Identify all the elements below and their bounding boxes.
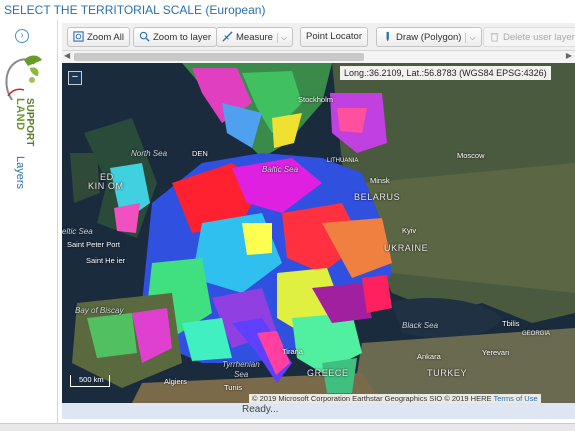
map-toolbar: Zoom All Zoom to layer Measure ⌵ Point Lo… xyxy=(62,23,575,51)
map-label-turkey: TURKEY xyxy=(427,368,468,378)
delete-layer-label: Delete user layer xyxy=(503,32,575,43)
horizontal-scrollbar[interactable]: ◀ ▶ xyxy=(62,51,575,63)
zoom-to-layer-button[interactable]: Zoom to layer xyxy=(133,27,218,47)
map-label-saint-peter-port: Saint Peter Port xyxy=(67,240,120,249)
point-locator-label: Point Locator xyxy=(306,31,362,42)
layers-tab[interactable]: Layers xyxy=(14,156,26,189)
map-label-moscow: Moscow xyxy=(457,151,485,160)
map-label-algiers: Algiers xyxy=(164,377,187,386)
point-locator-button[interactable]: Point Locator xyxy=(300,27,368,47)
map-label-den: DEN xyxy=(192,149,208,158)
scrollbar-thumb[interactable] xyxy=(74,53,364,61)
logo-support-text: SUPPORT xyxy=(24,98,35,147)
map-canvas[interactable]: − Long.:36.2109, Lat.:56.8783 (WGS84 EPS… xyxy=(62,63,575,403)
zoom-all-icon xyxy=(73,31,84,42)
status-bar: Ready... xyxy=(62,403,575,419)
map-label-black-sea: Black Sea xyxy=(402,321,439,330)
ruler-icon xyxy=(222,31,233,42)
map-label-belarus: BELARUS xyxy=(354,192,401,202)
trash-icon xyxy=(490,33,499,42)
map-label-lithuania: LITHUANIA xyxy=(327,158,359,164)
map-label-greece: GREECE xyxy=(307,368,349,378)
map-label-kingdom: KIN OM xyxy=(88,181,124,191)
map-label-north-sea: North Sea xyxy=(131,149,168,158)
map-label-bay-of-biscay: Bay of Biscay xyxy=(75,306,124,315)
zoom-layer-icon xyxy=(139,31,150,42)
measure-label: Measure xyxy=(236,32,273,43)
zoom-to-layer-label: Zoom to layer xyxy=(153,32,212,43)
map-attribution: © 2019 Microsoft Corporation Earthstar G… xyxy=(249,394,541,403)
left-panel: › LAND SUPPORT Layers xyxy=(0,20,58,425)
map-label-yerevan: Yerevan xyxy=(482,348,510,357)
page-title: SELECT THE TERRITORIAL SCALE (European) xyxy=(4,3,266,17)
draw-label: Draw (Polygon) xyxy=(396,32,462,43)
scroll-left-icon[interactable]: ◀ xyxy=(64,51,70,60)
bottom-bar xyxy=(0,423,575,431)
attribution-text: © 2019 Microsoft Corporation Earthstar G… xyxy=(252,394,492,403)
map-label-minsk: Minsk xyxy=(370,176,390,185)
delete-user-layer-button[interactable]: Delete user layer xyxy=(483,27,575,47)
coordinate-readout: Long.:36.2109, Lat.:56.8783 (WGS84 EPSG:… xyxy=(340,66,551,80)
chevron-down-icon: ⌵ xyxy=(276,33,287,43)
map-label-tyrrhenian: Tyrrhenian xyxy=(222,360,260,369)
map-label-ankara: Ankara xyxy=(417,352,441,361)
zoom-all-button[interactable]: Zoom All xyxy=(67,27,130,47)
map-label-tirana: Tirana xyxy=(282,347,303,356)
chevron-right-icon[interactable]: › xyxy=(15,29,29,43)
map-label-saint-helier: Saint He ier xyxy=(86,256,126,265)
scroll-right-icon[interactable]: ▶ xyxy=(566,51,572,60)
chevron-down-icon: ⌵ xyxy=(465,33,476,43)
measure-dropdown[interactable]: Measure ⌵ xyxy=(216,27,294,47)
map-label-tbilisi: Tbilis xyxy=(502,319,520,328)
map-label-stockholm: Stockholm xyxy=(298,95,334,104)
map-label-sea: Sea xyxy=(234,370,249,379)
zoom-all-label: Zoom All xyxy=(87,32,124,43)
map-label-celtic-sea: eltic Sea xyxy=(62,227,93,236)
map-label-tunis: Tunis xyxy=(224,383,243,392)
map-label-kyiv: Kyiv xyxy=(402,226,417,235)
draw-polygon-dropdown[interactable]: Draw (Polygon) ⌵ xyxy=(376,27,482,47)
map-label-baltic-sea: Baltic Sea xyxy=(262,165,299,174)
map-label-ukraine: UKRAINE xyxy=(384,243,429,253)
zoom-out-button[interactable]: − xyxy=(68,71,82,85)
map-label-georgia: GEORGIA xyxy=(522,331,551,337)
pen-icon xyxy=(386,31,389,42)
terms-of-use-link[interactable]: Terms of Use xyxy=(493,394,537,403)
scale-bar: 500 km xyxy=(70,375,110,387)
